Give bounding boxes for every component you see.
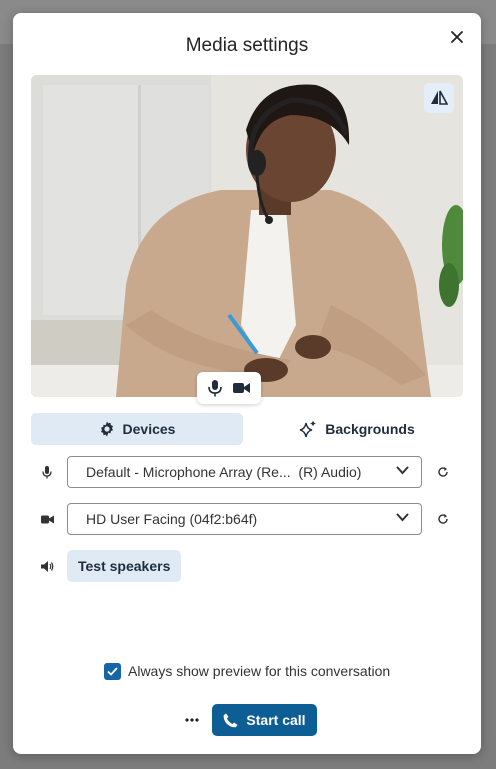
gear-icon xyxy=(100,421,113,437)
tab-devices-label: Devices xyxy=(122,421,176,437)
mute-microphone-button[interactable] xyxy=(208,379,223,397)
microphone-icon xyxy=(208,379,223,396)
phone-icon xyxy=(224,713,238,727)
microphone-select[interactable]: Default - Microphone Array (Re... (R) Au… xyxy=(67,456,422,488)
always-show-preview-label: Always show preview for this conversatio… xyxy=(128,663,391,679)
dialog-title: Media settings xyxy=(185,35,309,56)
always-show-preview-option: Always show preview for this conversatio… xyxy=(104,661,390,681)
microphone-icon xyxy=(42,465,52,478)
checkmark-icon xyxy=(107,666,118,676)
refresh-microphone-button[interactable] xyxy=(435,464,451,480)
test-speakers-button[interactable]: Test speakers xyxy=(67,550,182,582)
close-icon xyxy=(451,31,463,43)
mirror-icon xyxy=(431,90,448,105)
speaker-row: Test speakers xyxy=(39,550,459,582)
close-button[interactable] xyxy=(445,25,469,49)
always-show-preview-checkbox[interactable] xyxy=(104,662,121,680)
microphone-row: Default - Microphone Array (Re... (R) Au… xyxy=(39,456,459,488)
sparkle-icon xyxy=(300,420,317,438)
camera-icon xyxy=(40,515,54,523)
toggle-camera-button[interactable] xyxy=(232,382,250,394)
camera-row: HD User Facing (04f2:b64f) xyxy=(39,503,459,535)
camera-select[interactable]: HD User Facing (04f2:b64f) xyxy=(67,503,422,535)
chevron-down-icon xyxy=(396,466,409,475)
camera-preview xyxy=(31,75,463,397)
microphone-select-value: Default - Microphone Array (Re... (R) Au… xyxy=(86,464,362,480)
camera-select-value: HD User Facing (04f2:b64f) xyxy=(86,511,258,527)
start-call-button[interactable]: Start call xyxy=(212,704,317,736)
tab-devices[interactable]: Devices xyxy=(31,413,243,445)
tab-backgrounds-label: Backgrounds xyxy=(325,421,415,437)
preview-media-controls xyxy=(197,372,261,404)
mirror-video-button[interactable] xyxy=(424,83,454,113)
more-options-button[interactable] xyxy=(181,710,203,730)
settings-tabs: Devices Backgrounds xyxy=(31,413,463,445)
chevron-down-icon xyxy=(396,513,409,522)
camera-icon xyxy=(232,383,250,393)
camera-preview-image xyxy=(31,75,463,397)
refresh-icon xyxy=(438,467,448,477)
refresh-icon xyxy=(438,514,448,524)
refresh-camera-button[interactable] xyxy=(435,511,451,527)
start-call-label: Start call xyxy=(246,712,306,728)
speaker-icon xyxy=(40,560,53,572)
media-settings-dialog: Media settings Devices Backgrounds Defau… xyxy=(13,13,481,754)
more-icon xyxy=(185,718,199,722)
tab-backgrounds[interactable]: Backgrounds xyxy=(251,413,463,445)
